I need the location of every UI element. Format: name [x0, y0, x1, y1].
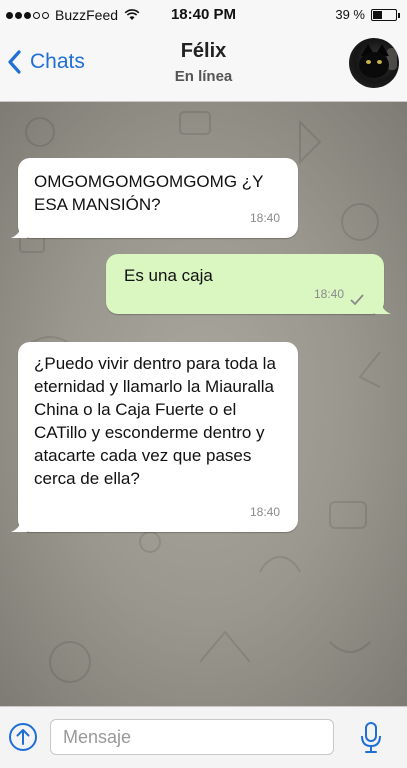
battery-level-fill — [373, 10, 382, 19]
message-outgoing[interactable]: Es una caja 18:40 — [106, 254, 391, 314]
chat-area[interactable]: OMGOMGOMGOMGOMG ¿Y ESA MANSIÓN? 18:40 Es… — [0, 102, 407, 706]
message-incoming[interactable]: ¿Puedo vivir dentro para toda la eternid… — [11, 342, 298, 532]
bubble-tail — [375, 300, 391, 314]
chat-header: Chats Félix En línea — [0, 30, 407, 102]
message-input[interactable] — [50, 719, 334, 755]
battery-icon — [371, 8, 400, 21]
bubble-tail — [11, 224, 27, 238]
contact-name[interactable]: Félix — [0, 40, 407, 63]
message-text: OMGOMGOMGOMGOMG ¿Y ESA MANSIÓN? — [34, 172, 264, 214]
battery-percent: 39 % — [335, 7, 365, 22]
message-time: 18:40 — [313, 287, 344, 301]
status-bar: BuzzFeed 18:40 PM 39 % — [0, 0, 407, 30]
message-incoming[interactable]: OMGOMGOMGOMGOMG ¿Y ESA MANSIÓN? 18:40 — [11, 158, 298, 238]
battery-group: 39 % — [335, 7, 400, 22]
contact-avatar[interactable] — [349, 38, 399, 88]
upload-arrow-icon[interactable] — [8, 722, 38, 752]
message-text: ¿Puedo vivir dentro para toda la eternid… — [34, 354, 276, 488]
microphone-icon[interactable] — [359, 719, 383, 755]
check-icon — [350, 294, 364, 306]
message-time: 18:40 — [249, 211, 280, 225]
bubble-tail — [11, 518, 27, 532]
message-composer — [0, 706, 407, 768]
contact-status: En línea — [174, 68, 233, 85]
message-time: 18:40 — [249, 505, 280, 519]
